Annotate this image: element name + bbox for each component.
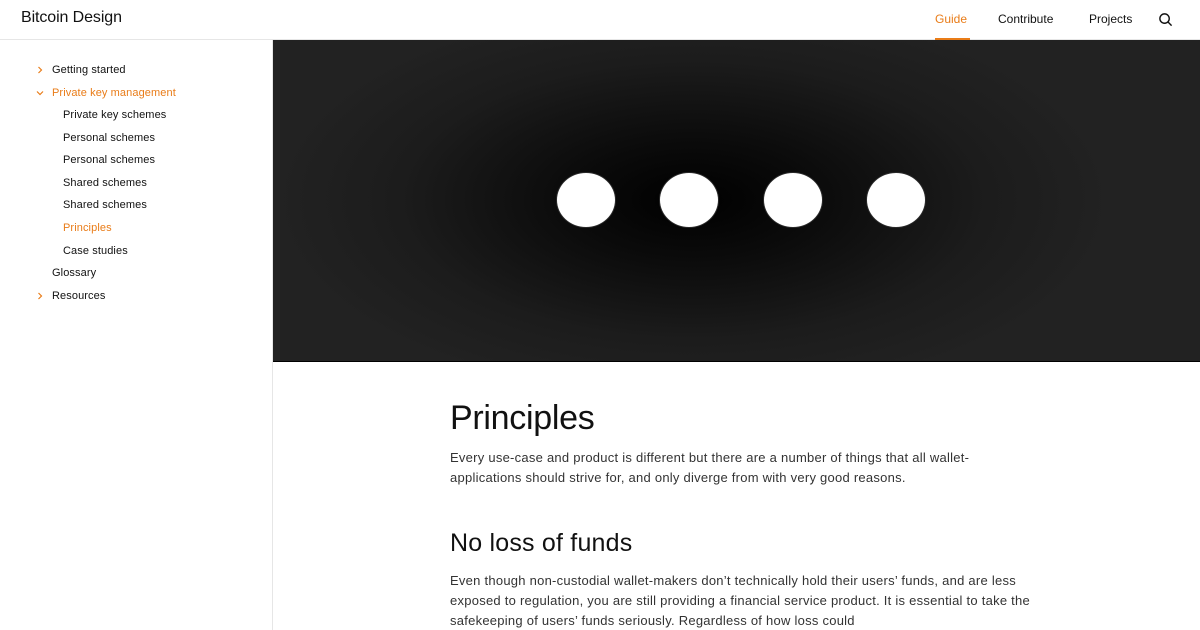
sidebar-item-personal-schemes[interactable]: Personal schemes	[63, 132, 155, 144]
sidebar-item-private-key-schemes[interactable]: Private key schemes	[63, 109, 166, 121]
sidebar-item-shared-schemes-2[interactable]: Shared schemes	[63, 199, 147, 211]
hero-dot	[659, 172, 719, 228]
site-logo[interactable]: Bitcoin Design	[21, 9, 122, 27]
page-title: Principles	[450, 399, 595, 437]
chevron-right-icon	[38, 292, 43, 300]
nav-contribute[interactable]: Contribute	[998, 12, 1053, 26]
sidebar: Getting started Private key management P…	[0, 40, 273, 630]
section-heading: No loss of funds	[450, 529, 633, 557]
nav-projects[interactable]: Projects	[1089, 12, 1132, 26]
section-paragraph: Even though non-custodial wallet-makers …	[450, 573, 1031, 628]
sidebar-item-case-studies[interactable]: Case studies	[63, 245, 128, 257]
nav-guide[interactable]: Guide	[935, 12, 967, 26]
hero-dot	[866, 172, 926, 228]
chevron-down-icon	[36, 91, 44, 96]
hero-dot	[763, 172, 823, 228]
sidebar-item-glossary[interactable]: Glossary	[52, 267, 96, 279]
sidebar-item-personal-schemes-2[interactable]: Personal schemes	[63, 154, 155, 166]
intro-paragraph: Every use-case and product is different …	[450, 450, 970, 485]
top-header: Bitcoin Design Guide Contribute Projects	[0, 0, 1200, 40]
chevron-right-icon	[38, 66, 43, 74]
sidebar-item-shared-schemes[interactable]: Shared schemes	[63, 177, 147, 189]
sidebar-item-private-key-management[interactable]: Private key management	[52, 87, 176, 99]
sidebar-item-getting-started[interactable]: Getting started	[52, 64, 126, 76]
search-icon[interactable]	[1158, 12, 1173, 27]
sidebar-item-resources[interactable]: Resources	[52, 290, 105, 302]
sidebar-item-principles[interactable]: Principles	[63, 222, 112, 234]
hero-illustration	[273, 40, 1200, 362]
hero-dot	[556, 172, 616, 228]
